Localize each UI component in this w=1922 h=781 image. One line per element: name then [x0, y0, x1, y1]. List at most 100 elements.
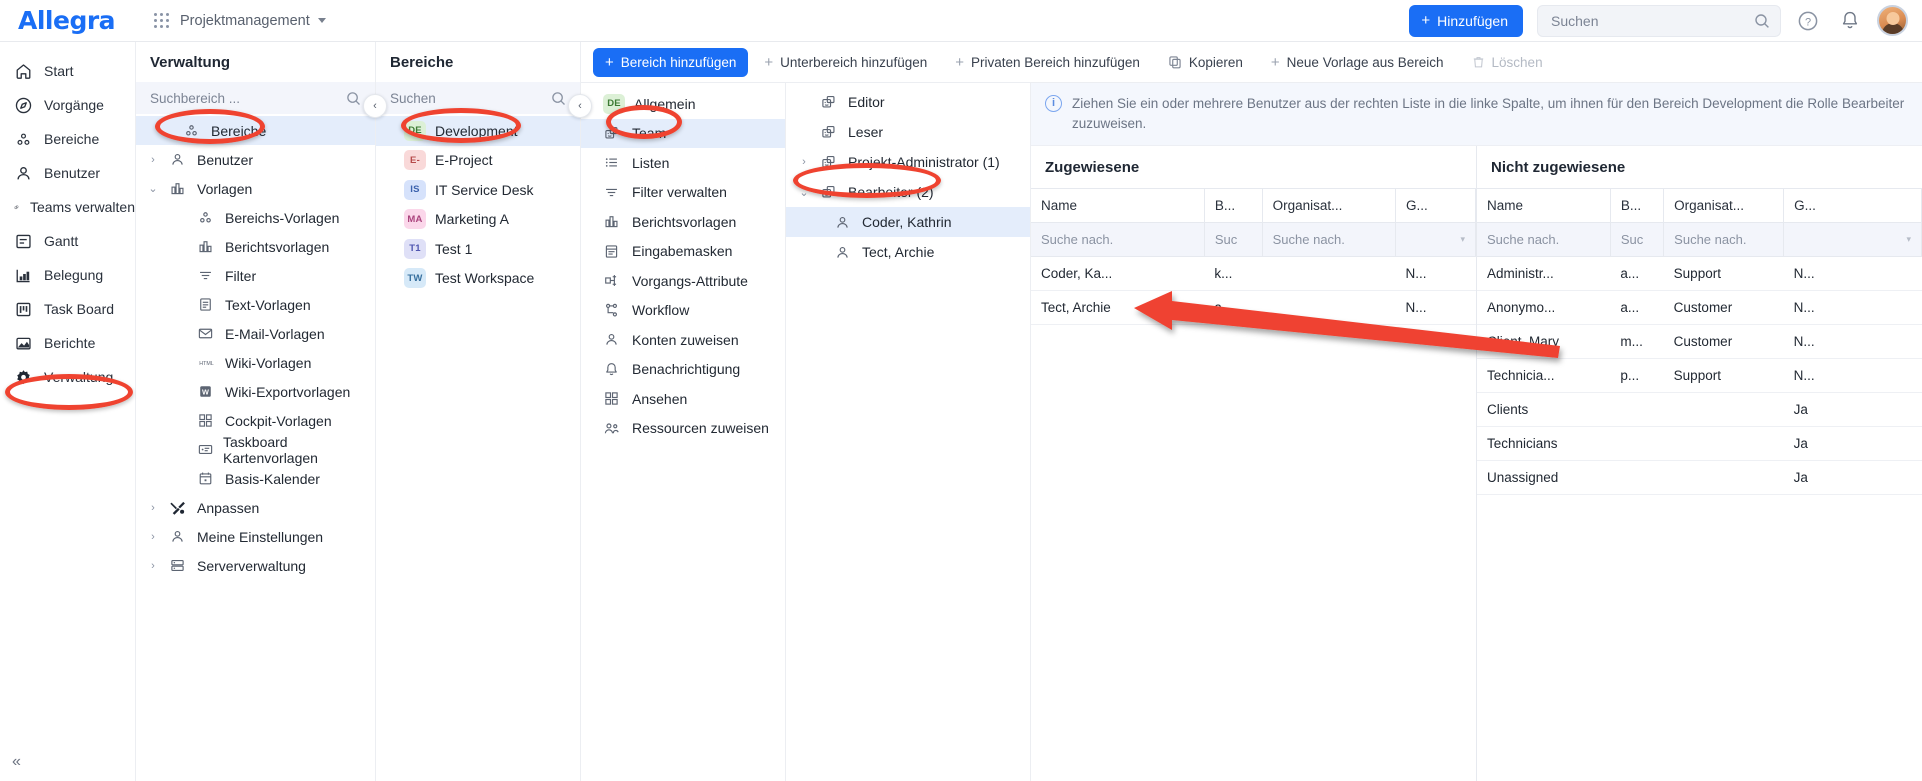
collapse-rail-button[interactable]: « — [12, 753, 19, 771]
module-selector-label[interactable]: Projektmanagement — [180, 13, 310, 29]
area-setting-item[interactable]: Filter verwalten — [581, 178, 785, 208]
admin-tree-item[interactable]: ›Cockpit-Vorlagen — [136, 406, 375, 435]
unassigned-filter-cell[interactable]: Suche nach. — [1477, 223, 1610, 257]
assigned-column-header[interactable]: Name — [1031, 189, 1204, 223]
admin-tree-item[interactable]: ›HTMLWiki-Vorlagen — [136, 348, 375, 377]
unassigned-column-header[interactable]: Name — [1477, 189, 1610, 223]
unassigned-row[interactable]: UnassignedJa — [1477, 461, 1922, 495]
role-member-item[interactable]: Coder, Kathrin — [786, 207, 1030, 237]
admin-tree-item[interactable]: ›Filter — [136, 261, 375, 290]
unassigned-row[interactable]: TechniciansJa — [1477, 427, 1922, 461]
area-setting-item[interactable]: Ressourcen zuweisen — [581, 414, 785, 444]
add-button[interactable]: + Hinzufügen — [1409, 5, 1523, 37]
chevron-down-icon[interactable]: ⌄ — [796, 186, 812, 199]
unassigned-column-header[interactable]: B... — [1610, 189, 1663, 223]
unassigned-row[interactable]: Anonymo...a...CustomerN... — [1477, 291, 1922, 325]
chevron-right-icon[interactable]: › — [796, 156, 812, 168]
unassigned-row[interactable]: Technicia...p...SupportN... — [1477, 359, 1922, 393]
assigned-column-header[interactable]: B... — [1204, 189, 1262, 223]
area-list-item[interactable]: ISIT Service Desk — [376, 175, 580, 205]
copy-button[interactable]: Kopieren — [1156, 48, 1255, 77]
sidebar-item-berichte[interactable]: Berichte — [0, 326, 135, 360]
area-list-item[interactable]: E-E-Project — [376, 146, 580, 176]
chevron-right-icon[interactable]: › — [146, 502, 160, 514]
admin-tree-item[interactable]: ›WWiki-Exportvorlagen — [136, 377, 375, 406]
admin-tree-item[interactable]: ›E-Mail-Vorlagen — [136, 319, 375, 348]
admin-tree-item[interactable]: ›Berichtsvorlagen — [136, 232, 375, 261]
admin-tree-item[interactable]: ›Bereichs-Vorlagen — [136, 203, 375, 232]
role-item[interactable]: ⌄Bearbeiter (2) — [786, 177, 1030, 207]
area-setting-item[interactable]: Konten zuweisen — [581, 325, 785, 355]
role-item[interactable]: ›Leser — [786, 117, 1030, 147]
unassigned-column-header[interactable]: G... — [1784, 189, 1922, 223]
unassigned-table-filter-row[interactable]: Suche nach.SucSuche nach. ▾ — [1477, 223, 1922, 257]
apps-grid-icon[interactable] — [154, 13, 170, 29]
collapse-areas-column-button[interactable]: ‹ — [568, 94, 592, 118]
help-button[interactable]: ? — [1793, 6, 1823, 36]
unassigned-filter-cell[interactable]: ▾ — [1784, 223, 1922, 257]
user-avatar[interactable] — [1877, 5, 1908, 36]
admin-tree-item[interactable]: ›Anpassen — [136, 493, 375, 522]
chevron-down-icon[interactable]: ▾ — [1460, 234, 1465, 245]
area-list-item[interactable]: MAMarketing A — [376, 205, 580, 235]
role-item[interactable]: ›Projekt-Administrator (1) — [786, 147, 1030, 177]
area-setting-item[interactable]: Team — [581, 119, 785, 149]
chevron-down-icon[interactable] — [318, 18, 326, 23]
sidebar-item-teams-verwalten[interactable]: Teams verwalten — [0, 190, 135, 224]
global-search-input[interactable]: Suchen — [1537, 5, 1781, 37]
admin-tree-item[interactable]: ›Text-Vorlagen — [136, 290, 375, 319]
admin-tree-item[interactable]: ›Basis-Kalender — [136, 464, 375, 493]
area-list-item[interactable]: DEDevelopment — [376, 116, 580, 146]
chevron-right-icon[interactable]: › — [146, 154, 160, 166]
sidebar-item-task-board[interactable]: Task Board — [0, 292, 135, 326]
collapse-admin-column-button[interactable]: ‹ — [363, 94, 387, 118]
assigned-row[interactable]: Coder, Ka...k...N... — [1031, 257, 1476, 291]
role-item[interactable]: ›Editor — [786, 87, 1030, 117]
area-list-item[interactable]: T1Test 1 — [376, 234, 580, 264]
assigned-column-header[interactable]: G... — [1395, 189, 1475, 223]
sidebar-item-bereiche[interactable]: Bereiche — [0, 122, 135, 156]
admin-search-input[interactable]: Suchbereich ... — [136, 82, 375, 114]
admin-tree-item[interactable]: ⌄Vorlagen — [136, 174, 375, 203]
chevron-right-icon[interactable]: › — [146, 560, 160, 572]
chevron-right-icon[interactable]: › — [146, 531, 160, 543]
app-logo[interactable]: Allegra — [18, 6, 140, 35]
admin-tree-item[interactable]: ›Bereiche — [136, 116, 375, 145]
area-list-item[interactable]: TWTest Workspace — [376, 264, 580, 294]
area-setting-item[interactable]: Eingabemasken — [581, 237, 785, 267]
unassigned-filter-cell[interactable]: Suche nach. — [1664, 223, 1784, 257]
area-setting-item[interactable]: DEAllgemein — [581, 89, 785, 119]
admin-tree-item[interactable]: ›Benutzer — [136, 145, 375, 174]
assigned-filter-cell[interactable]: Suche nach. — [1262, 223, 1395, 257]
add-private-area-button[interactable]: + Privaten Bereich hinzufügen — [943, 48, 1152, 77]
notifications-button[interactable] — [1835, 6, 1865, 36]
chevron-down-icon[interactable]: ▾ — [1906, 234, 1911, 245]
assigned-filter-cell[interactable]: Suc — [1204, 223, 1262, 257]
unassigned-column-header[interactable]: Organisat... — [1664, 189, 1784, 223]
area-setting-item[interactable]: Vorgangs-Attribute — [581, 266, 785, 296]
chevron-down-icon[interactable]: ⌄ — [146, 182, 160, 195]
assigned-row[interactable]: Tect, Archiea...N... — [1031, 291, 1476, 325]
assigned-column-header[interactable]: Organisat... — [1262, 189, 1395, 223]
add-subarea-button[interactable]: + Unterbereich hinzufügen — [752, 48, 939, 77]
admin-tree-item[interactable]: ›Meine Einstellungen — [136, 522, 375, 551]
sidebar-item-belegung[interactable]: Belegung — [0, 258, 135, 292]
sidebar-item-start[interactable]: Start — [0, 54, 135, 88]
new-template-from-area-button[interactable]: + Neue Vorlage aus Bereich — [1259, 48, 1456, 77]
area-setting-item[interactable]: Workflow — [581, 296, 785, 326]
areas-search-input[interactable]: Suchen — [376, 82, 580, 114]
sidebar-item-gantt[interactable]: Gantt — [0, 224, 135, 258]
add-area-button[interactable]: + Bereich hinzufügen — [593, 48, 748, 77]
assigned-filter-cell[interactable]: ▾ — [1395, 223, 1475, 257]
role-member-item[interactable]: Tect, Archie — [786, 237, 1030, 267]
sidebar-item-benutzer[interactable]: Benutzer — [0, 156, 135, 190]
assigned-filter-cell[interactable]: Suche nach. — [1031, 223, 1204, 257]
area-setting-item[interactable]: Listen — [581, 148, 785, 178]
unassigned-row[interactable]: Client, Marym...CustomerN... — [1477, 325, 1922, 359]
area-setting-item[interactable]: Ansehen — [581, 384, 785, 414]
unassigned-filter-cell[interactable]: Suc — [1610, 223, 1663, 257]
unassigned-row[interactable]: ClientsJa — [1477, 393, 1922, 427]
admin-tree-item[interactable]: ›Taskboard Kartenvorlagen — [136, 435, 375, 464]
unassigned-row[interactable]: Administr...a...SupportN... — [1477, 257, 1922, 291]
sidebar-item-vorgaenge[interactable]: Vorgänge — [0, 88, 135, 122]
